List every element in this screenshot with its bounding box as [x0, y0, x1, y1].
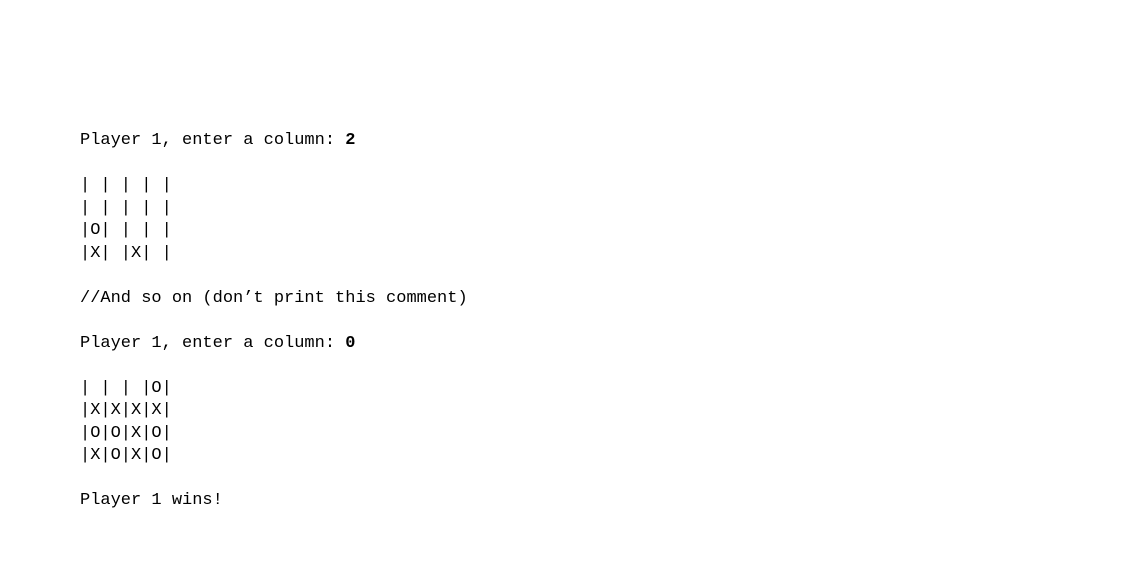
- prompt1-input: 2: [345, 131, 355, 150]
- board2-row1: |X|X|X|X|: [80, 401, 172, 420]
- board1-row0: | | | | |: [80, 176, 172, 195]
- board1-row1: | | | | |: [80, 199, 172, 218]
- board1-row2: |O| | | |: [80, 221, 172, 240]
- board1-row3: |X| |X| |: [80, 244, 172, 263]
- result-line: Player 1 wins!: [80, 491, 223, 510]
- prompt2-text: Player 1, enter a column:: [80, 334, 345, 353]
- prompt2-input: 0: [345, 334, 355, 353]
- prompt1-text: Player 1, enter a column:: [80, 131, 345, 150]
- board2-row2: |O|O|X|O|: [80, 424, 172, 443]
- board2-row3: |X|O|X|O|: [80, 446, 172, 465]
- comment-line: //And so on (don’t print this comment): [80, 289, 468, 308]
- console-output: Player 1, enter a column: 2 | | | | | | …: [0, 0, 1122, 513]
- board2-row0: | | | |O|: [80, 379, 172, 398]
